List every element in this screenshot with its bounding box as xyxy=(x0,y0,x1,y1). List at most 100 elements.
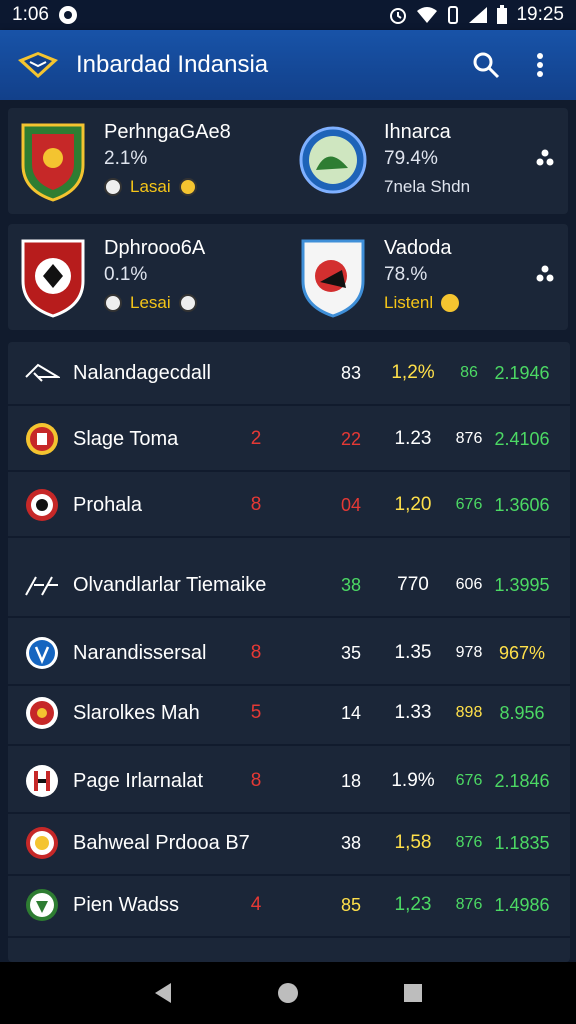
col-games: 606 xyxy=(455,576,483,593)
team-name: Slage Toma xyxy=(73,427,179,450)
vibrate-icon xyxy=(448,6,459,24)
badge-icon xyxy=(441,294,460,312)
col-played: 14 xyxy=(340,702,362,723)
col-rank: 8 xyxy=(250,494,262,515)
col-score: 2.1846 xyxy=(494,770,550,791)
team-name: Bahweal Prdooa B7 xyxy=(73,831,250,854)
team-name: Nalandagecdall xyxy=(73,361,211,384)
home-team[interactable]: PerhngaGAe8 2.1% Lasai xyxy=(18,120,231,204)
wifi-icon xyxy=(417,7,438,23)
shield-crest-icon xyxy=(21,123,85,202)
col-games: 876 xyxy=(455,834,483,851)
col-played: 18 xyxy=(340,770,362,791)
team-name: Prohala xyxy=(73,493,142,516)
round-crest-icon xyxy=(299,126,367,194)
match-card[interactable]: PerhngaGAe8 2.1% Lasai Ihnarca 79.4% 7ne… xyxy=(8,108,568,214)
col-played: 83 xyxy=(340,362,362,383)
col-ratio: 770 xyxy=(397,574,429,595)
col-ratio: 1,58 xyxy=(394,832,432,853)
recents-button[interactable] xyxy=(401,981,425,1005)
more-options-button[interactable] xyxy=(520,45,560,85)
table-row[interactable]: Page Irlarnalat 8 18 1.9% 676 2.1846 xyxy=(8,750,570,814)
col-ratio: 1,2% xyxy=(391,362,435,383)
alarm-icon xyxy=(390,8,407,24)
match-card[interactable]: Dphrooo6A 0.1% Lesai Vadoda 78.% Listenl xyxy=(8,224,568,330)
away-team-pct: 78.% xyxy=(384,264,428,285)
app-title: Inbardad Indansia xyxy=(76,51,269,78)
col-games: 876 xyxy=(455,430,483,447)
more-vert-icon xyxy=(537,53,543,77)
table-row[interactable]: Prohala 8 04 1,20 676 1.3606 xyxy=(8,474,570,538)
share-icon[interactable] xyxy=(536,264,554,286)
col-score: 2.4106 xyxy=(494,428,550,449)
back-button[interactable] xyxy=(151,981,175,1005)
table-row[interactable]: Narandissersal 8 35 1.35 978 967% xyxy=(8,622,570,686)
club-crest-icon xyxy=(26,697,58,729)
col-score: 1.1835 xyxy=(494,832,550,853)
status-time: 1:06 xyxy=(12,4,49,25)
club-crest-icon xyxy=(26,765,58,797)
home-team-pct: 0.1% xyxy=(104,264,148,285)
home-team-name: Dphrooo6A xyxy=(104,237,206,259)
club-crest-icon xyxy=(26,637,58,669)
col-rank: 2 xyxy=(250,428,262,449)
club-crest-icon xyxy=(26,827,58,859)
table-row[interactable]: Olvandlarlar Tiemaike 38 770 606 1.3995 xyxy=(8,554,570,618)
col-rank: 8 xyxy=(250,770,262,791)
col-games: 86 xyxy=(460,364,478,381)
col-played: 22 xyxy=(340,428,362,449)
col-ratio: 1.23 xyxy=(394,428,432,449)
recents-icon xyxy=(404,984,423,1002)
app-bar: Inbardad Indansia xyxy=(0,30,576,100)
col-ratio: 1.35 xyxy=(394,642,432,663)
ball-icon xyxy=(104,294,122,312)
away-team-pct: 79.4% xyxy=(384,148,438,169)
table-row[interactable]: Slage Toma 2 22 1.23 876 2.4106 xyxy=(8,408,570,472)
home-team-pct: 2.1% xyxy=(104,148,148,169)
table-row[interactable]: Nalandagecdall 83 1,2% 86 2.1946 xyxy=(8,342,570,406)
col-rank: 4 xyxy=(250,894,262,915)
col-games: 676 xyxy=(455,772,483,789)
status-clock: 19:25 xyxy=(516,4,564,25)
col-score: 8.956 xyxy=(499,702,545,723)
search-button[interactable] xyxy=(466,45,506,85)
standings-list: Nalandagecdall 83 1,2% 86 2.1946 Slage T… xyxy=(8,342,570,962)
table-row[interactable]: Slarolkes Mah 5 14 1.33 898 8.956 xyxy=(8,682,570,746)
table-row[interactable]: Bahweal Prdooa B7 38 1,58 876 1.1835 xyxy=(8,812,570,876)
app-logo-icon[interactable] xyxy=(16,50,60,80)
team-name: Pien Wadss xyxy=(73,893,179,916)
away-team-name: Ihnarca xyxy=(384,121,451,143)
col-rank: 8 xyxy=(250,642,262,663)
col-score: 967% xyxy=(498,642,546,663)
battery-icon xyxy=(497,5,508,24)
team-name: Narandissersal xyxy=(73,641,207,664)
home-team[interactable]: Dphrooo6A 0.1% Lesai xyxy=(18,236,205,320)
table-row[interactable]: Pien Wadss 4 85 1,23 876 1.4986 xyxy=(8,874,570,938)
away-team-extra: Listenl xyxy=(384,293,434,312)
ball-icon xyxy=(178,178,197,196)
league-logo-icon xyxy=(25,363,60,382)
col-games: 978 xyxy=(455,644,483,661)
col-played: 38 xyxy=(340,832,362,853)
col-ratio: 1.9% xyxy=(391,770,435,791)
share-icon[interactable] xyxy=(536,148,554,170)
back-icon xyxy=(154,983,171,1003)
home-button[interactable] xyxy=(276,981,300,1005)
col-rank: 5 xyxy=(250,702,262,723)
col-score: 1.4986 xyxy=(494,894,550,915)
col-played: 38 xyxy=(340,574,362,595)
col-score: 2.1946 xyxy=(494,362,550,383)
col-games: 898 xyxy=(455,704,483,721)
shield-crest-icon xyxy=(301,239,365,318)
signal-icon xyxy=(469,7,488,23)
club-crest-icon xyxy=(26,889,58,921)
search-icon xyxy=(473,52,500,79)
away-team-name: Vadoda xyxy=(384,237,452,259)
col-games: 676 xyxy=(455,496,483,513)
away-team[interactable]: Vadoda 78.% Listenl xyxy=(298,236,460,320)
col-ratio: 1,23 xyxy=(394,894,432,915)
ball-icon xyxy=(178,294,197,312)
away-team[interactable]: Ihnarca 79.4% 7nela Shdn xyxy=(298,120,470,204)
col-ratio: 1.33 xyxy=(394,702,432,723)
away-team-extra: 7nela Shdn xyxy=(384,177,471,196)
